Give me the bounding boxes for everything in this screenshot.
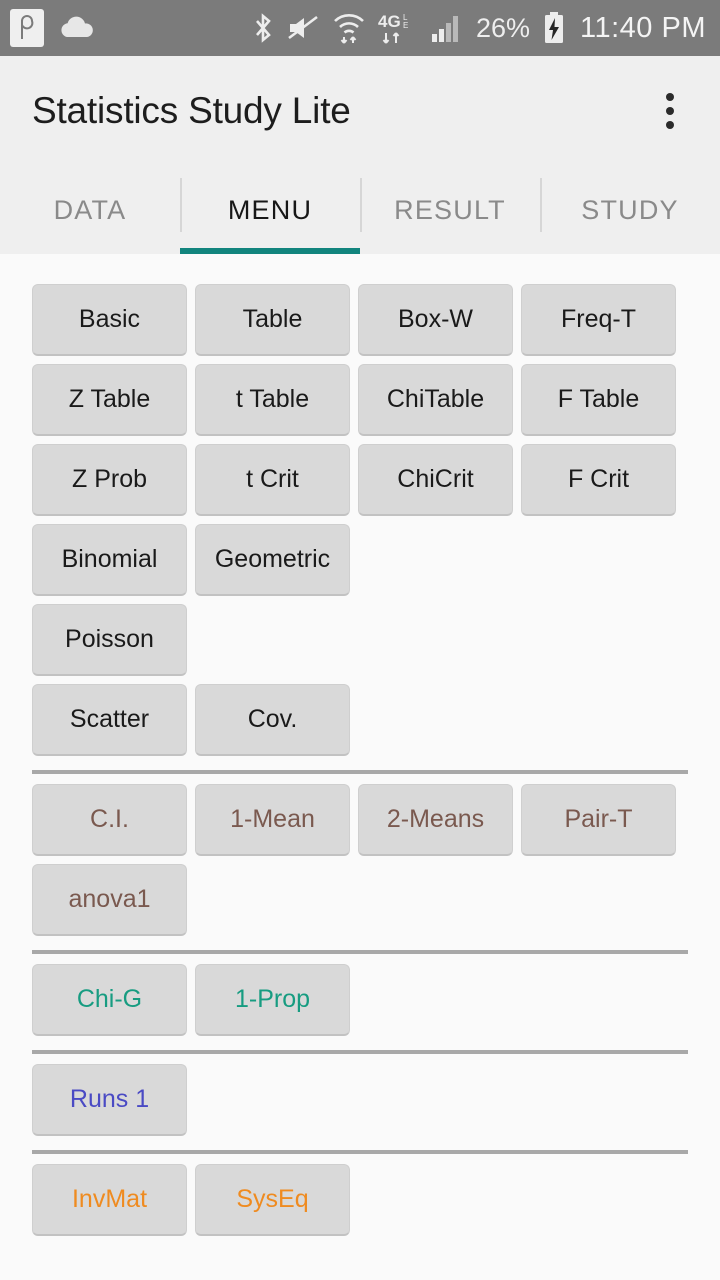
menu-button-poisson[interactable]: Poisson	[32, 604, 187, 676]
grid-spacer	[195, 604, 350, 676]
menu-button-t-crit[interactable]: t Crit	[195, 444, 350, 516]
tab-result[interactable]: RESULT	[360, 166, 540, 254]
grid-spacer	[521, 684, 676, 756]
grid-spacer	[521, 1164, 676, 1236]
menu-button-c-i[interactable]: C.I.	[32, 784, 187, 856]
tab-data[interactable]: DATA	[0, 166, 180, 254]
tab-bar: DATA MENU RESULT STUDY	[0, 166, 720, 254]
tab-menu[interactable]: MENU	[180, 166, 360, 254]
grid-spacer	[358, 1064, 513, 1136]
menu-row: Poisson	[0, 604, 720, 676]
lte-4g-icon: 4G L E	[378, 11, 418, 45]
cellular-signal-icon	[430, 12, 464, 44]
menu-button-2-means[interactable]: 2-Means	[358, 784, 513, 856]
overflow-menu-icon[interactable]	[642, 83, 698, 139]
grid-spacer	[521, 524, 676, 596]
svg-text:4G: 4G	[378, 12, 401, 31]
menu-button-f-table[interactable]: F Table	[521, 364, 676, 436]
capture-badge-icon	[10, 9, 44, 47]
grid-spacer	[195, 864, 350, 936]
menu-button-box-w[interactable]: Box-W	[358, 284, 513, 356]
mute-icon	[286, 13, 320, 43]
status-bar: 4G L E 26% 11:40 PM	[0, 0, 720, 56]
menu-button-runs-1[interactable]: Runs 1	[32, 1064, 187, 1136]
grid-spacer	[358, 604, 513, 676]
grid-spacer	[195, 1064, 350, 1136]
app-bar: Statistics Study Lite	[0, 56, 720, 166]
svg-text:E: E	[403, 21, 408, 30]
menu-button-anova1[interactable]: anova1	[32, 864, 187, 936]
grid-spacer	[358, 864, 513, 936]
grid-spacer	[521, 604, 676, 676]
menu-button-syseq[interactable]: SysEq	[195, 1164, 350, 1236]
group-divider	[32, 1150, 688, 1154]
menu-button-freq-t[interactable]: Freq-T	[521, 284, 676, 356]
menu-button-chitable[interactable]: ChiTable	[358, 364, 513, 436]
cloud-icon	[58, 15, 96, 41]
tab-label: STUDY	[581, 194, 679, 225]
menu-button-cov[interactable]: Cov.	[195, 684, 350, 756]
menu-row: Scatter Cov.	[0, 684, 720, 756]
wifi-icon	[332, 11, 366, 45]
menu-button-z-prob[interactable]: Z Prob	[32, 444, 187, 516]
grid-spacer	[358, 684, 513, 756]
menu-row: Binomial Geometric	[0, 524, 720, 596]
menu-button-table[interactable]: Table	[195, 284, 350, 356]
page-title: Statistics Study Lite	[32, 90, 351, 131]
menu-button-t-table[interactable]: t Table	[195, 364, 350, 436]
grid-spacer	[358, 524, 513, 596]
bluetooth-icon	[252, 12, 274, 44]
group-divider	[32, 950, 688, 954]
menu-row: Z Prob t Crit ChiCrit F Crit	[0, 444, 720, 516]
menu-content: Basic Table Box-W Freq-T Z Table t Table ChiTa…	[0, 254, 720, 1280]
menu-button-z-table[interactable]: Z Table	[32, 364, 187, 436]
tab-label: MENU	[227, 194, 313, 225]
menu-row: Basic Table Box-W Freq-T	[0, 284, 720, 356]
menu-button-1-prop[interactable]: 1-Prop	[195, 964, 350, 1036]
menu-button-binomial[interactable]: Binomial	[32, 524, 187, 596]
menu-button-basic[interactable]: Basic	[32, 284, 187, 356]
menu-button-invmat[interactable]: InvMat	[32, 1164, 187, 1236]
status-bar-right: 4G L E 26% 11:40 PM	[252, 11, 706, 45]
menu-row: Z Table t Table ChiTable F Table	[0, 364, 720, 436]
tab-label: DATA	[53, 194, 127, 225]
group-divider	[32, 1050, 688, 1054]
tab-study[interactable]: STUDY	[540, 166, 720, 254]
menu-button-pair-t[interactable]: Pair-T	[521, 784, 676, 856]
grid-spacer	[358, 964, 513, 1036]
grid-spacer	[521, 1064, 676, 1136]
menu-row: C.I. 1-Mean 2-Means Pair-T	[0, 784, 720, 856]
tab-label: RESULT	[394, 194, 506, 225]
menu-button-chicrit[interactable]: ChiCrit	[358, 444, 513, 516]
menu-button-1-mean[interactable]: 1-Mean	[195, 784, 350, 856]
battery-percent-label: 26%	[475, 12, 531, 43]
grid-spacer	[521, 864, 676, 936]
group-divider	[32, 770, 688, 774]
grid-spacer	[521, 964, 676, 1036]
menu-row: Runs 1	[0, 1064, 720, 1136]
battery-charging-icon	[542, 11, 566, 45]
menu-grid: Basic Table Box-W Freq-T Z Table t Table ChiTa…	[0, 284, 720, 1244]
clock-label: 11:40 PM	[580, 11, 706, 44]
menu-row: Chi-G 1-Prop	[0, 964, 720, 1036]
menu-button-geometric[interactable]: Geometric	[195, 524, 350, 596]
menu-row: InvMat SysEq	[0, 1164, 720, 1236]
grid-spacer	[358, 1164, 513, 1236]
menu-button-chi-g[interactable]: Chi-G	[32, 964, 187, 1036]
status-bar-left	[10, 9, 96, 47]
menu-button-scatter[interactable]: Scatter	[32, 684, 187, 756]
menu-button-f-crit[interactable]: F Crit	[521, 444, 676, 516]
menu-row: anova1	[0, 864, 720, 936]
